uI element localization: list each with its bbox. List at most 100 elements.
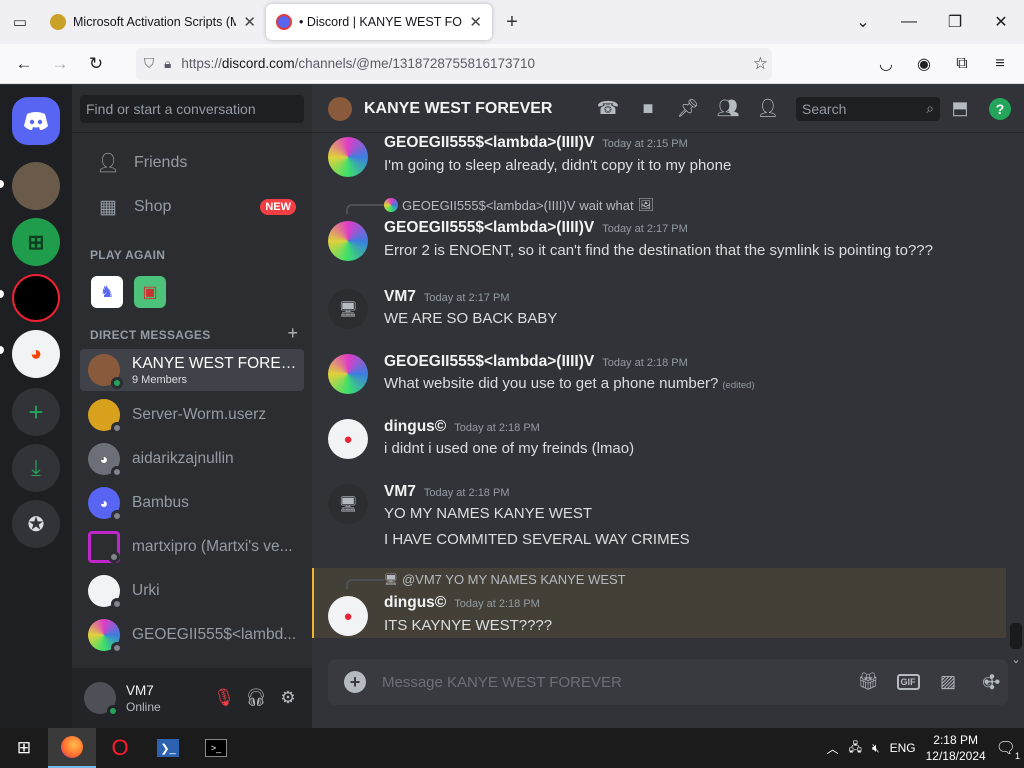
- help-icon[interactable]: ?: [980, 85, 1020, 133]
- new-tab-button[interactable]: +: [492, 0, 532, 44]
- powershell-icon[interactable]: ❯_: [144, 728, 192, 768]
- browser-tab-discord[interactable]: • Discord | KANYE WEST FOREV ✕: [266, 4, 492, 40]
- message-author[interactable]: dingus© Today at 2:18 PM: [384, 594, 540, 612]
- offline-status-icon: [111, 422, 123, 434]
- message: GEOEGII555$<lambda>(IIII)V Today at 2:15 …: [312, 133, 1012, 183]
- gif-icon[interactable]: GIF: [888, 660, 928, 704]
- tray-chevron-up-icon[interactable]: ︿: [827, 740, 839, 757]
- extensions-icon[interactable]: ⧉: [944, 48, 980, 80]
- inbox-icon[interactable]: ⬒: [940, 85, 980, 133]
- toad-avatar[interactable]: ●: [328, 419, 368, 459]
- browser-tab-mas[interactable]: Microsoft Activation Scripts (M ✕: [40, 4, 266, 40]
- dm-item-server-worm[interactable]: Server-Worm.userz: [80, 394, 304, 436]
- back-icon[interactable]: ←: [6, 48, 42, 80]
- dm-item-geoegii555[interactable]: GEOEGII555$<lambd...: [80, 614, 304, 656]
- toad-avatar[interactable]: ●: [328, 596, 368, 636]
- firefox-icon[interactable]: [48, 728, 96, 768]
- lock-icon[interactable]: 🔒︎: [164, 56, 171, 72]
- tab-list-icon[interactable]: ▭: [0, 0, 40, 44]
- author-avatar[interactable]: [328, 221, 368, 261]
- dm-item-urki[interactable]: Urki: [80, 570, 304, 612]
- message-author[interactable]: dingus© Today at 2:18 PM: [384, 418, 540, 436]
- message-author[interactable]: GEOEGII555$<lambda>(IIII)V Today at 2:17 …: [384, 219, 688, 237]
- reply-preview[interactable]: GEOEGII555$<lambda>(IIII)V wait what 🖼︎: [384, 197, 654, 213]
- url-bar[interactable]: ⛉ 🔒︎ https://discord.com/channels/@me/13…: [136, 47, 772, 80]
- offline-status-icon: [111, 642, 123, 654]
- floppy-avatar-icon: [88, 531, 120, 563]
- reply-author: GEOEGII555$<lambda>(IIII)V: [402, 197, 576, 213]
- shop-label: Shop: [134, 198, 172, 215]
- computer-avatar-icon[interactable]: 🖥︎: [328, 289, 368, 329]
- message-author[interactable]: VM7 Today at 2:17 PM: [384, 288, 509, 306]
- dm-item-martxipro[interactable]: martxipro (Martxi's ve...: [80, 526, 304, 568]
- create-dm-button[interactable]: +: [287, 323, 298, 344]
- close-window-icon[interactable]: ✕: [978, 0, 1024, 44]
- member-list-icon[interactable]: 👤︎: [748, 85, 788, 133]
- dm-item-kanye-west-forever[interactable]: KANYE WEST FOREV... 9 Members: [80, 349, 304, 391]
- notification-icon[interactable]: 🗨︎ 1: [996, 738, 1020, 761]
- add-server-icon[interactable]: +: [12, 388, 60, 436]
- pocket-icon[interactable]: ◡: [868, 48, 904, 80]
- user-avatar[interactable]: [84, 682, 119, 717]
- reply-preview[interactable]: 🖥︎ @VM7 YO MY NAMES KANYE WEST: [384, 572, 626, 587]
- opera-icon[interactable]: O: [96, 728, 144, 768]
- message-text: I HAVE COMMITED SEVERAL WAY CRIMES: [384, 531, 690, 548]
- friends-nav[interactable]: 👤︎ Friends: [80, 142, 304, 184]
- windows-start-icon[interactable]: ⊞: [0, 728, 48, 768]
- user-info[interactable]: VM7 Online: [126, 682, 208, 714]
- download-icon[interactable]: ⤓: [12, 444, 60, 492]
- message-author[interactable]: VM7 Today at 2:18 PM: [384, 483, 509, 501]
- account-icon[interactable]: ◉: [906, 48, 942, 80]
- message-input[interactable]: Message KANYE WEST FOREVER: [382, 674, 848, 691]
- clock[interactable]: 2:18 PM 12/18/2024: [926, 732, 986, 764]
- close-tab-icon[interactable]: ✕: [469, 13, 482, 31]
- voice-call-icon[interactable]: ☎: [588, 85, 628, 133]
- gift-icon[interactable]: 🎁︎: [848, 660, 888, 704]
- message-composer[interactable]: + Message KANYE WEST FOREVER 🎁︎ GIF ▨ ☺: [328, 659, 1008, 705]
- reload-icon[interactable]: ↻: [78, 48, 114, 80]
- language-indicator[interactable]: ENG: [890, 741, 916, 755]
- minimize-icon[interactable]: —: [886, 0, 932, 44]
- author-avatar[interactable]: [328, 137, 368, 177]
- video-call-icon[interactable]: ■: [628, 85, 668, 133]
- chat-scrollbar[interactable]: ⌄: [1010, 135, 1022, 666]
- close-tab-icon[interactable]: ✕: [243, 13, 256, 31]
- volume-muted-icon[interactable]: 🔇︎: [872, 741, 880, 756]
- dm-name: Bambus: [132, 494, 189, 511]
- author-avatar[interactable]: [328, 354, 368, 394]
- chevron-down-icon[interactable]: ⌄: [840, 0, 886, 44]
- scroll-thumb[interactable]: [1010, 623, 1022, 649]
- discord-home-icon[interactable]: [12, 97, 60, 145]
- chat-search-input[interactable]: Search ⌕: [796, 96, 940, 121]
- maximize-icon[interactable]: ❐: [932, 0, 978, 44]
- forward-icon[interactable]: →: [42, 48, 78, 80]
- server-avatar-reddit[interactable]: ◕: [12, 330, 60, 378]
- terminal-icon[interactable]: >_: [192, 728, 240, 768]
- computer-avatar-icon[interactable]: 🖥︎: [328, 484, 368, 524]
- bookmark-star-icon[interactable]: ☆: [753, 54, 768, 74]
- server-avatar-dog[interactable]: [12, 162, 60, 210]
- message-author[interactable]: GEOEGII555$<lambda>(IIII)V Today at 2:15 …: [384, 134, 688, 152]
- pin-icon[interactable]: 📌︎: [668, 85, 708, 133]
- shop-nav[interactable]: ▦ Shop NEW: [80, 186, 304, 228]
- network-icon[interactable]: 🖧︎: [849, 738, 862, 759]
- apps-icon[interactable]: ✣: [972, 659, 1012, 705]
- dm-search-input[interactable]: Find or start a conversation: [80, 95, 304, 123]
- add-friends-icon[interactable]: 👥︎: [708, 85, 748, 133]
- shield-icon[interactable]: ⛉: [144, 56, 154, 72]
- settings-gear-icon[interactable]: ⚙: [272, 682, 304, 714]
- play-app-2-icon[interactable]: ▣: [134, 276, 166, 308]
- message-author[interactable]: GEOEGII555$<lambda>(IIII)V Today at 2:18 …: [384, 353, 688, 371]
- discover-compass-icon[interactable]: ✪: [12, 500, 60, 548]
- play-app-1-icon[interactable]: ♞: [91, 276, 123, 308]
- dm-item-bambus[interactable]: ◕ Bambus: [80, 482, 304, 524]
- mute-mic-icon[interactable]: 🎙︎: [208, 682, 240, 714]
- dm-item-aidarikzajnullin[interactable]: ◕ aidarikzajnullin: [80, 438, 304, 480]
- dm-name: Server-Worm.userz: [132, 406, 267, 423]
- menu-icon[interactable]: ≡: [982, 48, 1018, 80]
- sticker-icon[interactable]: ▨: [928, 660, 968, 704]
- server-avatar-windows[interactable]: ⊞: [12, 218, 60, 266]
- server-avatar-obs[interactable]: ◉: [12, 274, 60, 322]
- attach-plus-icon[interactable]: +: [344, 671, 366, 693]
- headphones-icon[interactable]: 🎧︎: [240, 682, 272, 714]
